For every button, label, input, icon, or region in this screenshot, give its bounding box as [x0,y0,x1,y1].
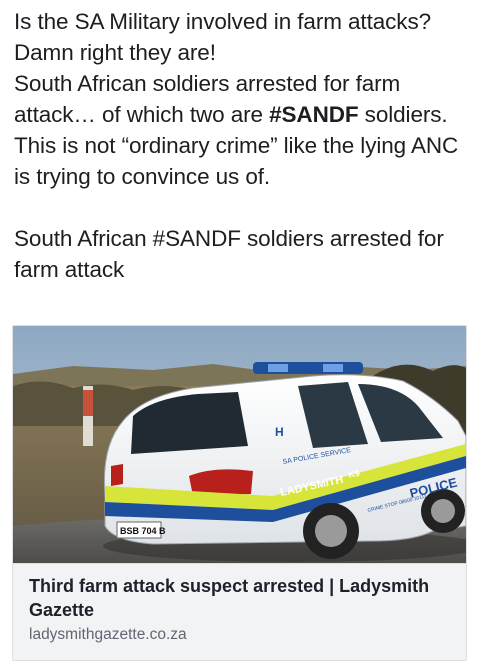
post-paragraph-1: Is the SA Military involved in farm atta… [14,6,469,192]
link-meta[interactable]: Third farm attack suspect arrested | Lad… [13,563,466,660]
post-paragraph-2: South African #SANDF soldiers arrested f… [14,226,444,282]
link-preview-card[interactable]: POLICE H SA POLICE SERVICE LADYSMITH K9 … [12,325,467,661]
post-text: Is the SA Military involved in farm atta… [14,6,469,285]
car-text-police-rear: POLICE [121,503,173,519]
car-text-h: H [275,425,284,439]
police-car-photo[interactable]: POLICE H SA POLICE SERVICE LADYSMITH K9 … [13,326,466,563]
hashtag-sandf[interactable]: #SANDF [269,102,359,127]
post-line-1: Is the SA Military involved in farm atta… [14,9,432,65]
link-title[interactable]: Third farm attack suspect arrested | Lad… [29,574,454,622]
link-domain: ladysmithgazette.co.za [29,626,187,643]
car-plate: BSB 704 B [120,526,166,536]
